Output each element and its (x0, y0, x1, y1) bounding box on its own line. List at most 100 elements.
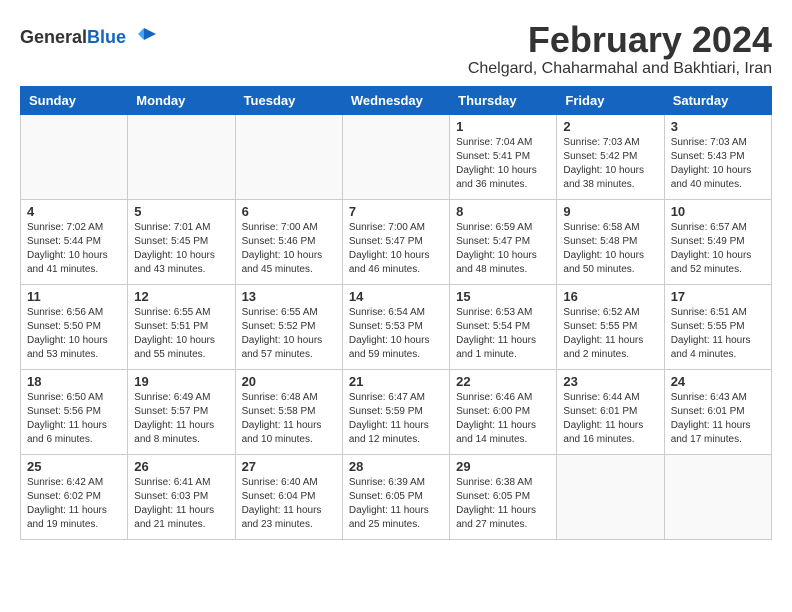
calendar-cell: 18 Sunrise: 6:50 AM Sunset: 5:56 PM Dayli… (21, 369, 128, 454)
location-subtitle: Chelgard, Chaharmahal and Bakhtiari, Ira… (468, 60, 772, 78)
week-row-1: 1 Sunrise: 7:04 AM Sunset: 5:41 PM Daylig… (21, 114, 772, 199)
day-number: 6 (242, 204, 336, 219)
day-info: Sunrise: 6:40 AM Sunset: 6:04 PM Dayligh… (242, 476, 336, 532)
calendar-cell: 15 Sunrise: 6:53 AM Sunset: 5:54 PM Dayli… (450, 284, 557, 369)
day-info: Sunrise: 7:02 AM Sunset: 5:44 PM Dayligh… (27, 221, 121, 277)
day-number: 19 (134, 374, 228, 389)
day-info: Sunrise: 6:47 AM Sunset: 5:59 PM Dayligh… (349, 391, 443, 447)
day-number: 24 (671, 374, 765, 389)
calendar-cell: 9 Sunrise: 6:58 AM Sunset: 5:48 PM Daylig… (557, 199, 664, 284)
calendar-cell: 13Sunrise: 6:55 AM Sunset: 5:52 PM Dayli… (235, 284, 342, 369)
day-number: 10 (671, 204, 765, 219)
day-number: 18 (27, 374, 121, 389)
calendar-cell: 11 Sunrise: 6:56 AM Sunset: 5:50 PM Dayli… (21, 284, 128, 369)
day-number: 16 (563, 289, 657, 304)
day-info: Sunrise: 6:55 AM Sunset: 5:51 PM Dayligh… (134, 306, 228, 362)
day-number: 3 (671, 119, 765, 134)
day-info: Sunrise: 7:00 AM Sunset: 5:47 PM Dayligh… (349, 221, 443, 277)
day-info: Sunrise: 6:51 AM Sunset: 5:55 PM Dayligh… (671, 306, 765, 362)
day-info: Sunrise: 7:03 AM Sunset: 5:43 PM Dayligh… (671, 136, 765, 192)
day-info: Sunrise: 6:54 AM Sunset: 5:53 PM Dayligh… (349, 306, 443, 362)
days-header-row: SundayMondayTuesdayWednesdayThursdayFrid… (21, 86, 772, 114)
day-info: Sunrise: 6:41 AM Sunset: 6:03 PM Dayligh… (134, 476, 228, 532)
day-info: Sunrise: 6:44 AM Sunset: 6:01 PM Dayligh… (563, 391, 657, 447)
day-info: Sunrise: 6:49 AM Sunset: 5:57 PM Dayligh… (134, 391, 228, 447)
calendar-cell (128, 114, 235, 199)
calendar-cell: 8 Sunrise: 6:59 AM Sunset: 5:47 PM Daylig… (450, 199, 557, 284)
calendar-cell: 26 Sunrise: 6:41 AM Sunset: 6:03 PM Dayli… (128, 454, 235, 539)
day-info: Sunrise: 7:00 AM Sunset: 5:46 PM Dayligh… (242, 221, 336, 277)
day-number: 8 (456, 204, 550, 219)
calendar-cell: 23 Sunrise: 6:44 AM Sunset: 6:01 PM Dayli… (557, 369, 664, 454)
calendar-cell: 19 Sunrise: 6:49 AM Sunset: 5:57 PM Dayli… (128, 369, 235, 454)
day-header-tuesday: Tuesday (235, 86, 342, 114)
day-header-friday: Friday (557, 86, 664, 114)
day-info: Sunrise: 6:43 AM Sunset: 6:01 PM Dayligh… (671, 391, 765, 447)
week-row-4: 18 Sunrise: 6:50 AM Sunset: 5:56 PM Dayli… (21, 369, 772, 454)
calendar-cell (664, 454, 771, 539)
day-header-sunday: Sunday (21, 86, 128, 114)
day-number: 23 (563, 374, 657, 389)
day-info: Sunrise: 6:52 AM Sunset: 5:55 PM Dayligh… (563, 306, 657, 362)
week-row-3: 11 Sunrise: 6:56 AM Sunset: 5:50 PM Dayli… (21, 284, 772, 369)
day-info: Sunrise: 6:48 AM Sunset: 5:58 PM Dayligh… (242, 391, 336, 447)
day-info: Sunrise: 6:53 AM Sunset: 5:54 PM Dayligh… (456, 306, 550, 362)
calendar-cell: 2 Sunrise: 7:03 AM Sunset: 5:42 PM Daylig… (557, 114, 664, 199)
calendar-cell: 5Sunrise: 7:01 AM Sunset: 5:45 PM Daylig… (128, 199, 235, 284)
day-number: 25 (27, 459, 121, 474)
day-number: 26 (134, 459, 228, 474)
day-number: 2 (563, 119, 657, 134)
logo-general-text: General (20, 27, 87, 47)
calendar-cell: 12 Sunrise: 6:55 AM Sunset: 5:51 PM Dayli… (128, 284, 235, 369)
day-header-wednesday: Wednesday (342, 86, 449, 114)
calendar-cell: 27 Sunrise: 6:40 AM Sunset: 6:04 PM Dayli… (235, 454, 342, 539)
logo: GeneralBlue (20, 24, 158, 52)
day-number: 12 (134, 289, 228, 304)
day-number: 11 (27, 289, 121, 304)
logo-flag-icon (130, 24, 158, 52)
calendar-cell: 1 Sunrise: 7:04 AM Sunset: 5:41 PM Daylig… (450, 114, 557, 199)
day-number: 15 (456, 289, 550, 304)
calendar-cell (235, 114, 342, 199)
day-info: Sunrise: 6:57 AM Sunset: 5:49 PM Dayligh… (671, 221, 765, 277)
day-info: Sunrise: 7:03 AM Sunset: 5:42 PM Dayligh… (563, 136, 657, 192)
calendar-cell: 20 Sunrise: 6:48 AM Sunset: 5:58 PM Dayli… (235, 369, 342, 454)
calendar-cell: 29Sunrise: 6:38 AM Sunset: 6:05 PM Dayli… (450, 454, 557, 539)
day-number: 27 (242, 459, 336, 474)
day-number: 22 (456, 374, 550, 389)
day-info: Sunrise: 6:58 AM Sunset: 5:48 PM Dayligh… (563, 221, 657, 277)
day-number: 20 (242, 374, 336, 389)
calendar-cell (557, 454, 664, 539)
calendar-cell: 28Sunrise: 6:39 AM Sunset: 6:05 PM Dayli… (342, 454, 449, 539)
day-info: Sunrise: 6:50 AM Sunset: 5:56 PM Dayligh… (27, 391, 121, 447)
day-number: 17 (671, 289, 765, 304)
calendar-cell: 7Sunrise: 7:00 AM Sunset: 5:47 PM Daylig… (342, 199, 449, 284)
calendar-cell: 6 Sunrise: 7:00 AM Sunset: 5:46 PM Daylig… (235, 199, 342, 284)
day-number: 1 (456, 119, 550, 134)
calendar-cell (21, 114, 128, 199)
calendar-table: SundayMondayTuesdayWednesdayThursdayFrid… (20, 86, 772, 540)
calendar-cell: 3 Sunrise: 7:03 AM Sunset: 5:43 PM Daylig… (664, 114, 771, 199)
calendar-cell: 24 Sunrise: 6:43 AM Sunset: 6:01 PM Dayli… (664, 369, 771, 454)
day-info: Sunrise: 6:42 AM Sunset: 6:02 PM Dayligh… (27, 476, 121, 532)
calendar-cell: 14 Sunrise: 6:54 AM Sunset: 5:53 PM Dayli… (342, 284, 449, 369)
page-header: GeneralBlue February 2024 Chelgard, Chah… (20, 20, 772, 78)
day-info: Sunrise: 6:56 AM Sunset: 5:50 PM Dayligh… (27, 306, 121, 362)
day-number: 14 (349, 289, 443, 304)
day-info: Sunrise: 6:46 AM Sunset: 6:00 PM Dayligh… (456, 391, 550, 447)
calendar-cell: 16 Sunrise: 6:52 AM Sunset: 5:55 PM Dayli… (557, 284, 664, 369)
day-number: 4 (27, 204, 121, 219)
day-info: Sunrise: 7:01 AM Sunset: 5:45 PM Dayligh… (134, 221, 228, 277)
day-number: 9 (563, 204, 657, 219)
day-header-thursday: Thursday (450, 86, 557, 114)
week-row-2: 4 Sunrise: 7:02 AM Sunset: 5:44 PM Daylig… (21, 199, 772, 284)
calendar-cell: 21 Sunrise: 6:47 AM Sunset: 5:59 PM Dayli… (342, 369, 449, 454)
day-number: 29 (456, 459, 550, 474)
day-header-saturday: Saturday (664, 86, 771, 114)
calendar-cell: 22 Sunrise: 6:46 AM Sunset: 6:00 PM Dayli… (450, 369, 557, 454)
day-info: Sunrise: 6:39 AM Sunset: 6:05 PM Dayligh… (349, 476, 443, 532)
day-info: Sunrise: 7:04 AM Sunset: 5:41 PM Dayligh… (456, 136, 550, 192)
calendar-cell: 10 Sunrise: 6:57 AM Sunset: 5:49 PM Dayli… (664, 199, 771, 284)
day-info: Sunrise: 6:59 AM Sunset: 5:47 PM Dayligh… (456, 221, 550, 277)
day-number: 21 (349, 374, 443, 389)
